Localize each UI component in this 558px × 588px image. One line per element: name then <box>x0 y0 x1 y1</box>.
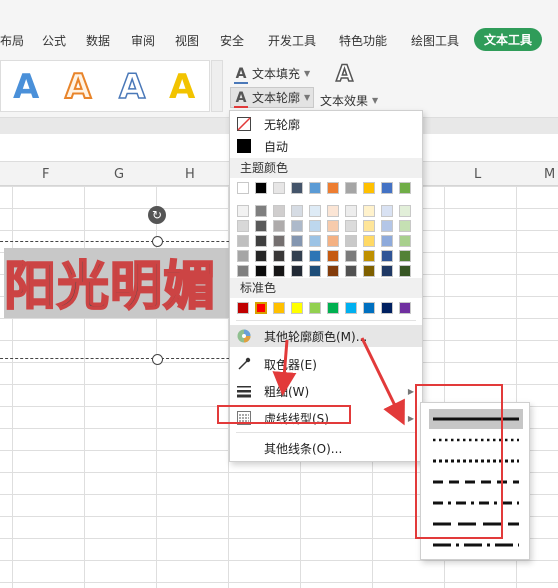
annotation-arrow-right <box>360 337 405 426</box>
annotation-arrows <box>272 337 405 426</box>
annotation-arrow-down <box>272 339 297 396</box>
